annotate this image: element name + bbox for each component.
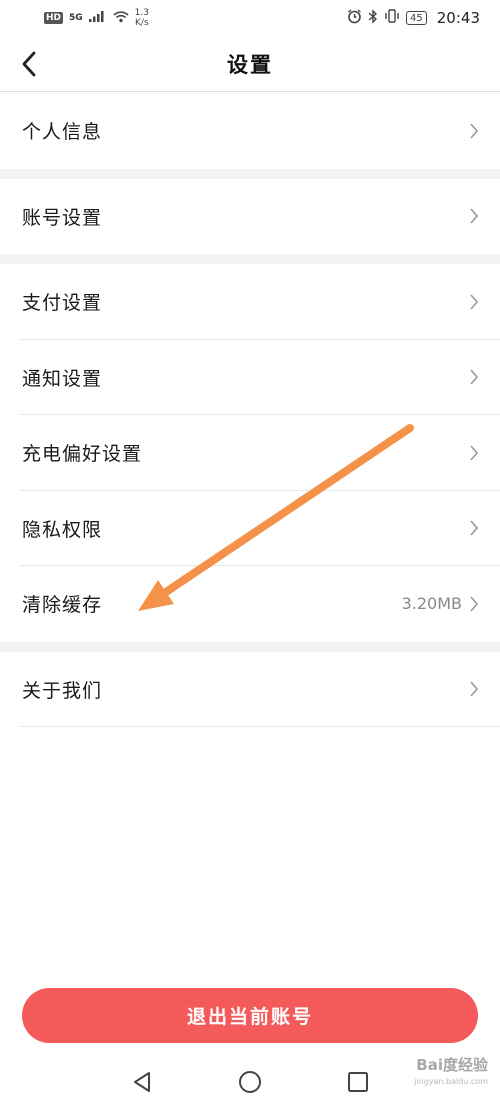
back-button[interactable] (14, 46, 44, 82)
chevron-right-icon (470, 596, 479, 612)
chevron-right-icon (470, 208, 479, 224)
alarm-icon (347, 8, 362, 28)
chevron-right-icon (470, 681, 479, 697)
row-label: 关于我们 (22, 679, 103, 702)
hd-badge: HD (44, 12, 64, 24)
row-label: 通知设置 (22, 367, 103, 390)
row-right (462, 680, 480, 698)
settings-row-charging-preferences[interactable]: 充电偏好设置 (0, 415, 500, 491)
settings-row-about-us[interactable]: 关于我们 (0, 652, 500, 728)
row-right (462, 519, 480, 537)
net-speed-value: 1.3 (134, 8, 149, 18)
sys-back-button[interactable] (130, 1070, 154, 1094)
row-right (462, 122, 480, 140)
watermark-logo: Bai度经验 jingyan.baidu.com (414, 1058, 488, 1089)
chevron-right-icon (470, 123, 479, 139)
group-separator (0, 641, 500, 652)
status-bar: HD 5G 1.3 K/s 45 20:43 (0, 0, 500, 36)
settings-row-account[interactable]: 账号设置 (0, 179, 500, 255)
chevron-right-icon (470, 294, 479, 310)
row-label: 隐私权限 (22, 518, 103, 541)
settings-list: 个人信息 账号设置 支付设置 通知设置 充电偏好设置 隐私权限 清除缓存 3.2… (0, 93, 500, 727)
row-label: 支付设置 (22, 292, 103, 315)
square-recent-icon (348, 1071, 368, 1092)
sys-recent-button[interactable] (346, 1070, 370, 1094)
settings-row-clear-cache[interactable]: 清除缓存 3.20MB (0, 566, 500, 642)
chevron-right-icon (470, 520, 479, 536)
net-speed-unit: K/s (135, 18, 149, 28)
group-separator (0, 168, 500, 179)
triangle-back-icon (134, 1071, 150, 1092)
settings-row-personal-info[interactable]: 个人信息 (0, 93, 500, 169)
circle-home-icon (239, 1070, 261, 1093)
row-right: 3.20MB (402, 594, 480, 613)
status-left: HD 5G 1.3 K/s (44, 8, 149, 28)
status-right: 45 20:43 (347, 8, 480, 28)
signal-tech-label: 5G (69, 13, 83, 23)
page-title: 设置 (227, 52, 273, 77)
chevron-right-icon (470, 445, 479, 461)
group-separator (0, 254, 500, 264)
row-right (462, 293, 480, 311)
cache-size-value: 3.20MB (401, 594, 462, 614)
clock: 20:43 (436, 9, 480, 27)
row-label: 清除缓存 (22, 594, 103, 617)
row-label: 账号设置 (22, 206, 103, 229)
row-label: 个人信息 (22, 121, 103, 144)
sys-home-button[interactable] (238, 1070, 262, 1094)
header: 设置 (0, 36, 500, 92)
row-right (462, 444, 480, 462)
vibrate-icon (384, 9, 400, 27)
settings-row-privacy[interactable]: 隐私权限 (0, 491, 500, 567)
row-right (462, 207, 480, 225)
row-right (462, 368, 480, 386)
wifi-icon (113, 9, 129, 27)
settings-row-notifications[interactable]: 通知设置 (0, 340, 500, 416)
battery-icon: 45 (406, 11, 427, 25)
watermark-url: jingyan.baidu.com (414, 1077, 488, 1086)
signal-icon (88, 10, 107, 26)
chevron-left-icon (22, 51, 36, 77)
row-label: 充电偏好设置 (22, 443, 143, 466)
settings-row-payment[interactable]: 支付设置 (0, 264, 500, 340)
watermark-brand: Bai度经验 (416, 1056, 488, 1074)
bluetooth-icon (368, 8, 378, 28)
logout-button[interactable]: 退出当前账号 (22, 988, 478, 1043)
net-speed: 1.3 K/s (135, 8, 149, 28)
chevron-right-icon (470, 369, 479, 385)
